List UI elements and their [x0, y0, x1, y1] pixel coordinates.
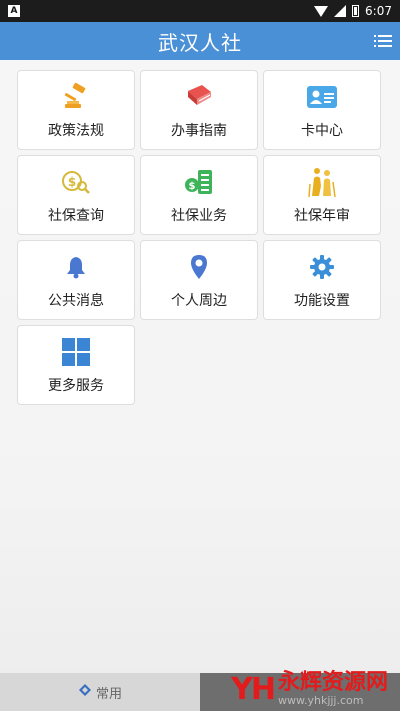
tile-label: 卡中心	[301, 123, 343, 139]
tile-public-messages[interactable]: 公共消息	[17, 240, 135, 320]
nav-common[interactable]: 常用	[0, 673, 200, 711]
battery-icon	[352, 5, 360, 17]
tile-guide[interactable]: 办事指南	[140, 70, 258, 150]
clock: 6:07	[365, 4, 392, 18]
grid-icon	[59, 335, 93, 369]
money-search-icon: $	[59, 165, 93, 199]
tile-more-services[interactable]: 更多服务	[17, 325, 135, 405]
status-bar: A 6:07	[0, 0, 400, 22]
tile-label: 社保业务	[171, 208, 227, 224]
service-grid: 政策法规 办事指南 卡中心 $ 社保查询 $ 社保业务 社保年审 公共消息 个人…	[17, 70, 381, 405]
nav-label: 常用	[95, 686, 122, 702]
menu-button[interactable]	[374, 33, 392, 49]
tile-label: 功能设置	[294, 293, 350, 309]
watermark-title: 永辉资源网	[277, 670, 388, 695]
tile-ss-business[interactable]: $ 社保业务	[140, 155, 258, 235]
tile-settings[interactable]: 功能设置	[263, 240, 381, 320]
watermark-url: www.yhkjjj.com	[277, 694, 364, 707]
svg-text:$: $	[68, 175, 76, 189]
notification-icon: A	[8, 5, 20, 17]
tile-label: 更多服务	[48, 378, 104, 394]
tile-card-center[interactable]: 卡中心	[263, 70, 381, 150]
tile-ss-annual-review[interactable]: 社保年审	[263, 155, 381, 235]
tile-policy[interactable]: 政策法规	[17, 70, 135, 150]
tile-label: 社保查询	[48, 208, 104, 224]
watermark: YH 永辉资源网 www.yhkjjj.com	[231, 671, 388, 707]
book-icon	[182, 80, 216, 114]
bell-icon	[59, 250, 93, 284]
wifi-icon	[314, 5, 329, 17]
tile-label: 办事指南	[171, 123, 227, 139]
elderly-couple-icon	[305, 165, 339, 199]
gavel-icon	[59, 80, 93, 114]
tile-label: 政策法规	[48, 123, 104, 139]
tile-ss-query[interactable]: $ 社保查询	[17, 155, 135, 235]
diamond-icon	[78, 683, 92, 701]
app-header: 武汉人社	[0, 22, 400, 60]
tile-nearby[interactable]: 个人周边	[140, 240, 258, 320]
page-title: 武汉人社	[158, 30, 242, 55]
gear-icon	[305, 250, 339, 284]
money-list-icon: $	[182, 165, 216, 199]
watermark-logo: YH	[231, 671, 276, 707]
id-card-icon	[305, 80, 339, 114]
svg-text:$: $	[189, 181, 196, 192]
tile-label: 社保年审	[294, 208, 350, 224]
location-pin-icon	[182, 250, 216, 284]
signal-icon	[334, 5, 347, 17]
tile-label: 公共消息	[48, 293, 104, 309]
tile-label: 个人周边	[171, 293, 227, 309]
